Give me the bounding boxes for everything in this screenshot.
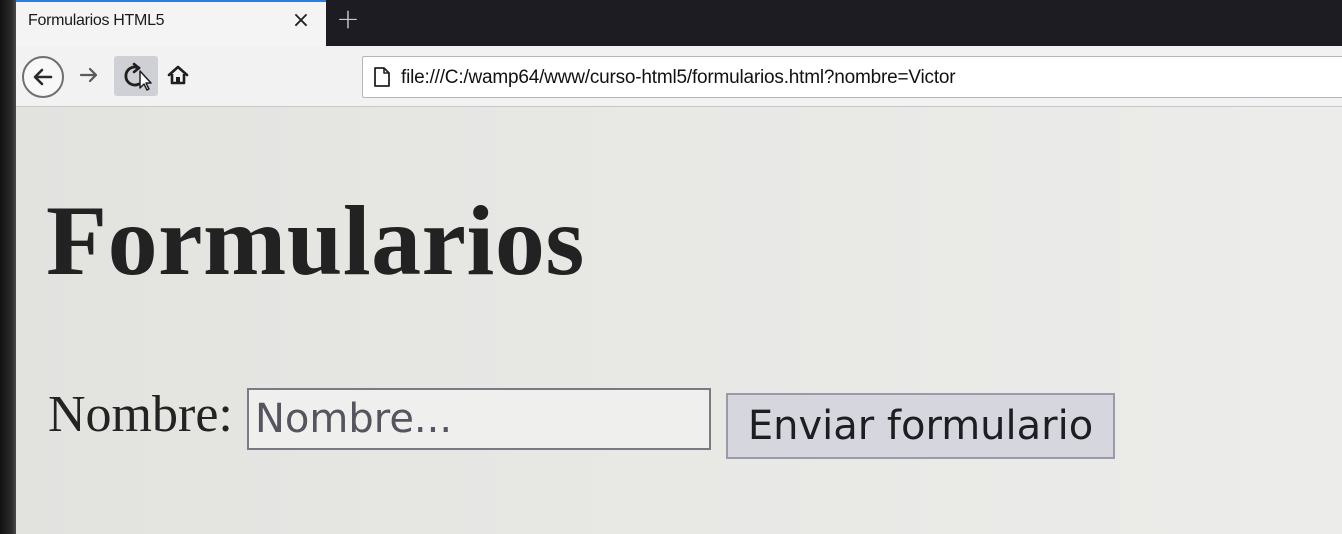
tab-active[interactable]: Formularios HTML5 × bbox=[16, 0, 326, 46]
new-tab-icon[interactable]: + bbox=[335, 5, 361, 33]
tab-title: Formularios HTML5 bbox=[28, 12, 165, 29]
tab-bar: Formularios HTML5 × + bbox=[0, 0, 1342, 46]
name-label: Nombre: bbox=[48, 386, 233, 443]
page-icon bbox=[374, 67, 390, 87]
back-arrow-icon bbox=[33, 68, 53, 86]
reload-icon bbox=[124, 62, 152, 91]
address-url: file:///C:/wamp64/www/curso-html5/formul… bbox=[401, 67, 956, 88]
reload-button[interactable] bbox=[114, 56, 158, 96]
browser-window: Formularios HTML5 × + file:///C:/wamp64/… bbox=[0, 0, 1342, 534]
submit-form-button[interactable]: Enviar formulario bbox=[726, 393, 1115, 459]
name-input[interactable] bbox=[247, 388, 711, 450]
home-icon bbox=[167, 65, 189, 85]
page-title: Formularios bbox=[46, 185, 585, 296]
forward-arrow-icon bbox=[79, 67, 98, 83]
page-content: Formularios Nombre: Enviar formulario bbox=[16, 107, 1342, 534]
tab-close-icon[interactable]: × bbox=[290, 10, 312, 32]
address-bar[interactable]: file:///C:/wamp64/www/curso-html5/formul… bbox=[362, 56, 1342, 98]
home-button[interactable] bbox=[164, 60, 192, 90]
screen-bezel bbox=[0, 0, 16, 534]
forward-button[interactable] bbox=[76, 60, 102, 90]
back-button[interactable] bbox=[22, 56, 64, 98]
navigation-toolbar: file:///C:/wamp64/www/curso-html5/formul… bbox=[0, 46, 1342, 107]
